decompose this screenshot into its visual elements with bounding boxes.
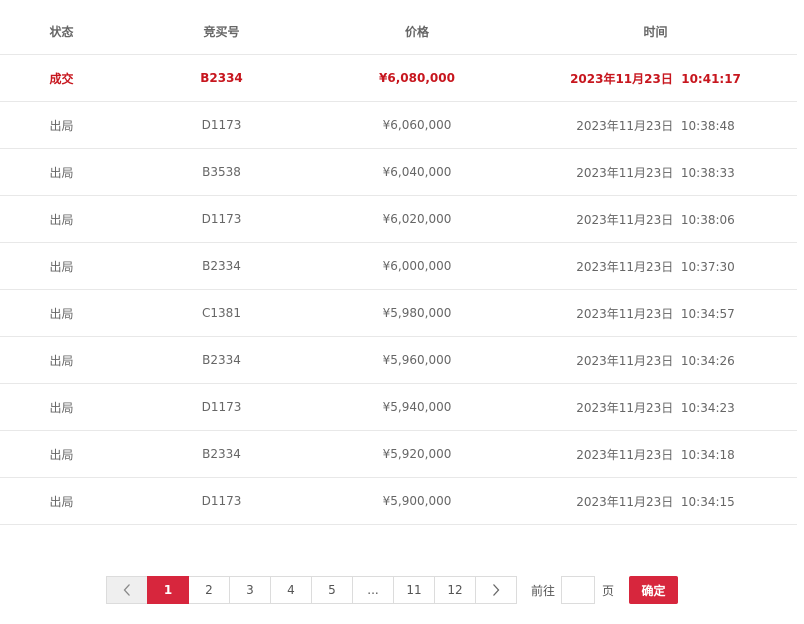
cell-status: 出局 <box>0 383 123 431</box>
cell-time: 2023年11月23日 10:34:23 <box>514 383 797 431</box>
pagination: 1 2 3 4 5 ... 11 12 前往 页 确定 <box>106 576 679 604</box>
cell-price: ¥6,040,000 <box>320 148 514 196</box>
column-header-price: 价格 <box>320 8 514 55</box>
cell-price: ¥6,060,000 <box>320 101 514 149</box>
cell-price: ¥5,940,000 <box>320 383 514 431</box>
table-row: 出局 D1173 ¥6,060,000 2023年11月23日 10:38:48 <box>0 101 797 149</box>
cell-bidder: D1173 <box>123 477 320 525</box>
column-header-bidder: 竞买号 <box>123 8 320 55</box>
page-button-12[interactable]: 12 <box>434 576 476 604</box>
cell-time: 2023年11月23日 10:41:17 <box>514 54 797 102</box>
cell-time: 2023年11月23日 10:38:06 <box>514 195 797 243</box>
cell-time: 2023年11月23日 10:38:48 <box>514 101 797 149</box>
cell-price: ¥5,920,000 <box>320 430 514 478</box>
cell-price: ¥6,080,000 <box>320 54 514 102</box>
cell-bidder: B2334 <box>123 430 320 478</box>
column-header-time: 时间 <box>514 8 797 55</box>
cell-time: 2023年11月23日 10:34:15 <box>514 477 797 525</box>
page-button-1[interactable]: 1 <box>147 576 189 604</box>
page-button-5[interactable]: 5 <box>311 576 353 604</box>
column-header-status: 状态 <box>0 8 123 55</box>
cell-price: ¥6,000,000 <box>320 242 514 290</box>
cell-time: 2023年11月23日 10:34:26 <box>514 336 797 384</box>
cell-status: 出局 <box>0 477 123 525</box>
cell-status: 成交 <box>0 54 123 102</box>
table-row: 出局 B2334 ¥6,000,000 2023年11月23日 10:37:30 <box>0 242 797 290</box>
cell-bidder: B2334 <box>123 242 320 290</box>
cell-status: 出局 <box>0 289 123 337</box>
cell-bidder: B3538 <box>123 148 320 196</box>
cell-status: 出局 <box>0 336 123 384</box>
confirm-button[interactable]: 确定 <box>629 576 679 604</box>
next-page-button[interactable] <box>475 576 517 604</box>
cell-status: 出局 <box>0 430 123 478</box>
cell-bidder: C1381 <box>123 289 320 337</box>
cell-bidder: B2334 <box>123 54 320 102</box>
bid-record-table: 状态 竞买号 价格 时间 成交 B2334 ¥6,080,000 2023年11… <box>0 8 797 525</box>
page-button-2[interactable]: 2 <box>188 576 230 604</box>
cell-status: 出局 <box>0 195 123 243</box>
table-header-row: 状态 竞买号 价格 时间 <box>0 8 797 55</box>
cell-bidder: D1173 <box>123 195 320 243</box>
cell-time: 2023年11月23日 10:34:18 <box>514 430 797 478</box>
page-ellipsis-button[interactable]: ... <box>352 576 394 604</box>
page-unit-label: 页 <box>602 583 615 598</box>
cell-time: 2023年11月23日 10:38:33 <box>514 148 797 196</box>
table-row: 出局 B3538 ¥6,040,000 2023年11月23日 10:38:33 <box>0 148 797 196</box>
cell-time: 2023年11月23日 10:34:57 <box>514 289 797 337</box>
chevron-right-icon <box>493 584 500 596</box>
prev-page-button[interactable] <box>106 576 148 604</box>
table-row: 出局 D1173 ¥6,020,000 2023年11月23日 10:38:06 <box>0 195 797 243</box>
cell-status: 出局 <box>0 148 123 196</box>
table-row: 出局 B2334 ¥5,960,000 2023年11月23日 10:34:26 <box>0 336 797 384</box>
cell-price: ¥6,020,000 <box>320 195 514 243</box>
cell-price: ¥5,900,000 <box>320 477 514 525</box>
cell-bidder: D1173 <box>123 101 320 149</box>
cell-status: 出局 <box>0 101 123 149</box>
page-button-4[interactable]: 4 <box>270 576 312 604</box>
page-button-11[interactable]: 11 <box>393 576 435 604</box>
chevron-left-icon <box>123 584 130 596</box>
cell-price: ¥5,960,000 <box>320 336 514 384</box>
bid-record-panel: 状态 竞买号 价格 时间 成交 B2334 ¥6,080,000 2023年11… <box>0 0 804 624</box>
page-button-3[interactable]: 3 <box>229 576 271 604</box>
table-row: 出局 C1381 ¥5,980,000 2023年11月23日 10:34:57 <box>0 289 797 337</box>
goto-page-label: 前往 <box>531 583 556 598</box>
cell-status: 出局 <box>0 242 123 290</box>
cell-bidder: B2334 <box>123 336 320 384</box>
table-row-winner: 成交 B2334 ¥6,080,000 2023年11月23日 10:41:17 <box>0 54 797 102</box>
table-row: 出局 D1173 ¥5,900,000 2023年11月23日 10:34:15 <box>0 477 797 525</box>
goto-page-input[interactable] <box>561 576 596 604</box>
cell-time: 2023年11月23日 10:37:30 <box>514 242 797 290</box>
cell-price: ¥5,980,000 <box>320 289 514 337</box>
table-row: 出局 D1173 ¥5,940,000 2023年11月23日 10:34:23 <box>0 383 797 431</box>
table-row: 出局 B2334 ¥5,920,000 2023年11月23日 10:34:18 <box>0 430 797 478</box>
cell-bidder: D1173 <box>123 383 320 431</box>
